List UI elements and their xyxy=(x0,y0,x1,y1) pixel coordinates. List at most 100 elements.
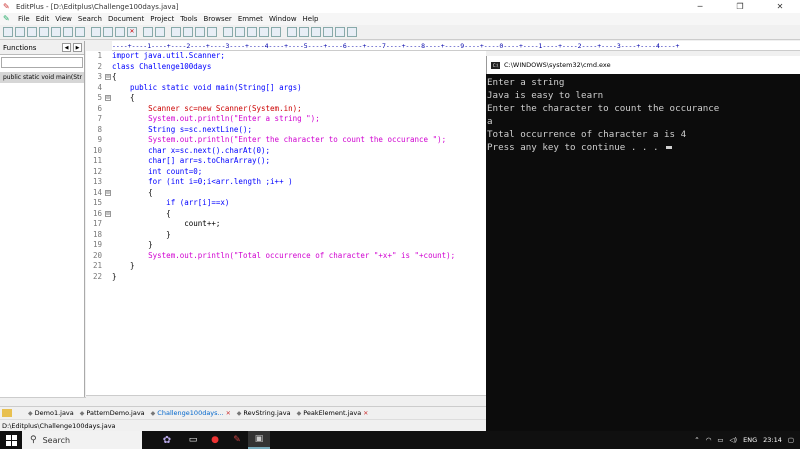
menu-window[interactable]: Window xyxy=(269,15,297,23)
menu-view[interactable]: View xyxy=(55,15,72,23)
cmd-output[interactable]: Enter a string Java is easy to learn Ent… xyxy=(486,76,800,431)
save-all-icon[interactable] xyxy=(39,27,49,37)
settings-icon[interactable] xyxy=(271,27,281,37)
print-preview-icon[interactable] xyxy=(51,27,61,37)
code-line[interactable]: public static void main(String[] args) xyxy=(112,83,486,94)
code-line[interactable]: } xyxy=(112,230,486,241)
menu-document[interactable]: Document xyxy=(108,15,144,23)
cut-icon[interactable] xyxy=(91,27,101,37)
replace-icon[interactable] xyxy=(183,27,193,37)
menu-tools[interactable]: Tools xyxy=(180,15,197,23)
help-icon[interactable] xyxy=(347,27,357,37)
fold-toggle-icon[interactable]: ⊟ xyxy=(105,189,111,196)
tab-demo1[interactable]: ◆ Demo1.java xyxy=(28,409,74,417)
tab-revstring[interactable]: ◆ RevString.java xyxy=(237,409,291,417)
delete-icon[interactable]: ✕ xyxy=(127,27,137,37)
line-number-icon[interactable] xyxy=(259,27,269,37)
fullscreen-icon[interactable] xyxy=(323,27,333,37)
output-window-icon[interactable] xyxy=(311,27,321,37)
menu-emmet[interactable]: Emmet xyxy=(238,15,263,23)
code-line[interactable]: System.out.println("Enter a string "); xyxy=(112,114,486,125)
menu-project[interactable]: Project xyxy=(150,15,174,23)
word-wrap-icon[interactable] xyxy=(235,27,245,37)
functions-filter-input[interactable] xyxy=(1,57,83,68)
close-button[interactable]: ✕ xyxy=(760,2,800,11)
cortana-icon[interactable]: ✿ xyxy=(152,431,182,449)
open-folder-icon[interactable] xyxy=(15,27,25,37)
code-line[interactable]: int count=0; xyxy=(112,167,486,178)
folder-icon[interactable] xyxy=(2,409,12,417)
code-line[interactable]: String s=sc.nextLine(); xyxy=(112,125,486,136)
find-in-files-icon[interactable] xyxy=(195,27,205,37)
fold-toggle-icon[interactable]: ⊟ xyxy=(105,95,111,101)
code-line[interactable]: System.out.println("Total occurrence of … xyxy=(112,251,486,262)
close-tab-icon[interactable]: ✕ xyxy=(226,410,231,417)
fold-toggle-icon[interactable]: ⊟ xyxy=(105,210,111,217)
fold-toggle-icon[interactable]: ⊟ xyxy=(105,74,111,80)
code-line[interactable]: char x=sc.next().charAt(0); xyxy=(112,146,486,157)
code-editor[interactable]: import java.util.Scanner; class Challeng… xyxy=(112,51,486,395)
print-icon[interactable] xyxy=(63,27,73,37)
editor-horizontal-scrollbar[interactable] xyxy=(86,395,486,405)
restore-button[interactable]: ❐ xyxy=(720,2,760,11)
language-indicator[interactable]: ENG xyxy=(743,436,757,444)
functions-next-button[interactable]: ▶ xyxy=(73,43,82,52)
show-hidden-icons-icon[interactable]: ⌃ xyxy=(694,436,699,444)
code-line[interactable]: char[] arr=s.toCharArray(); xyxy=(112,156,486,167)
copy-icon[interactable] xyxy=(103,27,113,37)
code-line[interactable]: count++; xyxy=(112,219,486,230)
save-icon[interactable] xyxy=(27,27,37,37)
code-line[interactable]: { xyxy=(112,188,486,199)
code-line[interactable]: System.out.println("Enter the character … xyxy=(112,135,486,146)
font-size-icon[interactable] xyxy=(223,27,233,37)
code-line[interactable]: for (int i=0;i<arr.length ;i++ ) xyxy=(112,177,486,188)
editplus-taskbar-icon[interactable]: ✎ xyxy=(226,431,248,449)
paste-icon[interactable] xyxy=(115,27,125,37)
code-line[interactable]: } xyxy=(112,261,486,272)
line-number: 22 xyxy=(92,271,102,281)
network-icon[interactable]: ◠ xyxy=(706,436,712,444)
menu-help[interactable]: Help xyxy=(303,15,319,23)
undo-icon[interactable] xyxy=(143,27,153,37)
code-line[interactable]: Scanner sc=new Scanner(System.in); xyxy=(112,104,486,115)
taskbar-search-box[interactable]: ⚲ Search xyxy=(22,431,142,449)
ruler-icon[interactable] xyxy=(247,27,257,37)
functions-prev-button[interactable]: ◀ xyxy=(62,43,71,52)
chrome-icon[interactable]: ● xyxy=(204,431,226,449)
spell-check-icon[interactable] xyxy=(75,27,85,37)
browser-icon[interactable] xyxy=(335,27,345,37)
volume-icon[interactable]: ◁) xyxy=(730,436,738,444)
menu-edit[interactable]: Edit xyxy=(36,15,50,23)
menu-search[interactable]: Search xyxy=(78,15,102,23)
code-line[interactable]: { xyxy=(112,209,486,220)
code-line[interactable]: } xyxy=(112,240,486,251)
function-item-main[interactable]: public static void main(Str xyxy=(0,72,84,83)
notifications-icon[interactable]: ▢ xyxy=(788,436,794,444)
code-line[interactable]: { xyxy=(112,93,486,104)
tab-challenge100days[interactable]: ◆ Challenge100days... ✕ xyxy=(151,409,231,417)
file-window-icon[interactable] xyxy=(287,27,297,37)
code-line[interactable]: { xyxy=(112,72,486,83)
cmd-taskbar-icon[interactable]: ▣ xyxy=(248,431,270,449)
menu-browser[interactable]: Browser xyxy=(203,15,231,23)
cmd-title-bar[interactable]: C:\ C:\WINDOWS\system32\cmd.exe xyxy=(486,56,800,74)
clock[interactable]: 23:14 xyxy=(763,436,782,444)
task-view-icon[interactable]: ▭ xyxy=(182,431,204,449)
code-line[interactable]: } xyxy=(112,272,486,283)
find-icon[interactable] xyxy=(171,27,181,37)
start-button[interactable] xyxy=(0,431,22,449)
redo-icon[interactable] xyxy=(155,27,165,37)
new-file-icon[interactable] xyxy=(3,27,13,37)
menu-file[interactable]: File xyxy=(18,15,30,23)
battery-icon[interactable]: ▭ xyxy=(717,436,723,444)
tab-patterndemo[interactable]: ◆ PatternDemo.java xyxy=(80,409,145,417)
tab-peakelement[interactable]: ◆ PeakElement.java ✕ xyxy=(297,409,369,417)
minimize-button[interactable]: ─ xyxy=(680,2,720,11)
line-number: 13 xyxy=(92,177,102,186)
cliptext-icon[interactable] xyxy=(299,27,309,37)
code-line[interactable]: class Challenge100days xyxy=(112,62,486,73)
code-line[interactable]: import java.util.Scanner; xyxy=(112,51,486,62)
goto-icon[interactable] xyxy=(207,27,217,37)
code-line[interactable]: if (arr[i]==x) xyxy=(112,198,486,209)
close-tab-icon[interactable]: ✕ xyxy=(363,410,368,417)
